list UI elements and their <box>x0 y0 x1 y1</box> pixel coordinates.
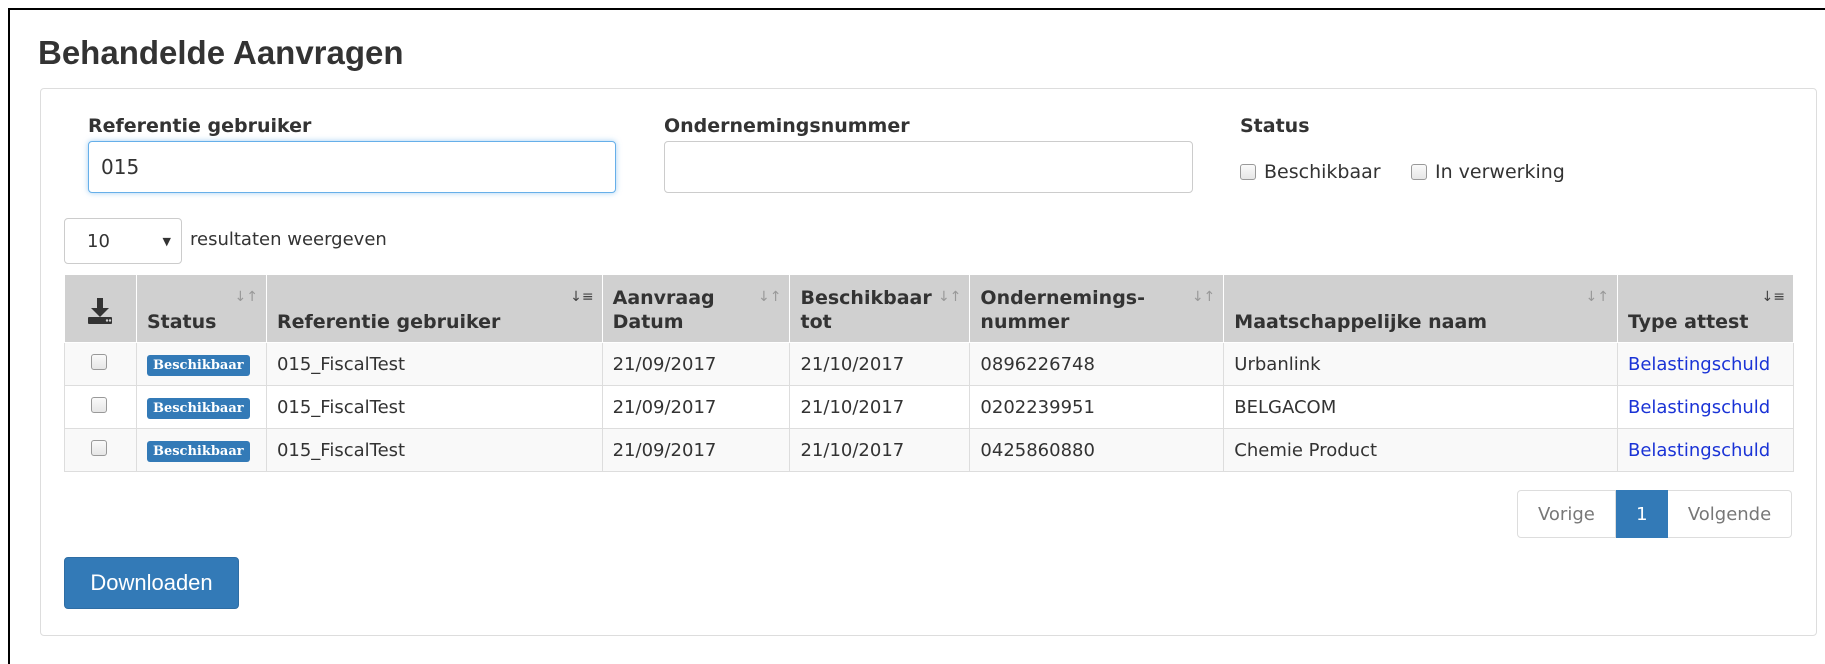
table-row: Beschikbaar 015_FiscalTest 21/09/2017 21… <box>64 342 1795 386</box>
checkbox[interactable] <box>1411 164 1427 180</box>
page-length-select[interactable]: 10 ▼ <box>64 218 182 264</box>
page-length-value: 10 <box>87 230 110 252</box>
sort-icon: ↓↑ <box>234 289 258 305</box>
checkbox-label: Beschikbaar <box>1264 161 1381 183</box>
status-cell: Beschikbaar <box>135 342 267 386</box>
status-badge: Beschikbaar <box>146 354 250 376</box>
type-attest-cell: Belastingschuld <box>1616 428 1795 472</box>
dropdown-arrow-icon: ▼ <box>162 234 171 248</box>
naam-cell: BELGACOM <box>1223 385 1618 429</box>
row-checkbox[interactable] <box>91 353 107 370</box>
sort-icon: ↓↑ <box>1191 289 1216 305</box>
sort-icon: ↓↑ <box>758 289 782 305</box>
column-header-beschikbaar-tot[interactable]: ↓↑ Beschikbaar tot <box>789 274 971 343</box>
aanvraag-datum-cell: 21/09/2017 <box>601 428 791 472</box>
column-header-label: Status <box>146 311 217 333</box>
row-select-cell <box>64 342 137 386</box>
column-header-aanvraag-datum[interactable]: ↓↑ Aanvraag Datum <box>601 274 791 343</box>
beschikbaar-tot-cell: 21/10/2017 <box>789 385 971 429</box>
beschikbaar-tot-cell: 21/10/2017 <box>789 342 971 386</box>
table-row: Beschikbaar 015_FiscalTest 21/09/2017 21… <box>64 385 1795 429</box>
ondernemingsnummer-cell: 0202239951 <box>969 385 1225 429</box>
pagination-previous[interactable]: Vorige <box>1517 490 1616 538</box>
referentie-cell: 015_FiscalTest <box>265 385 603 429</box>
status-cell: Beschikbaar <box>135 385 267 429</box>
type-attest-link[interactable]: Belastingschuld <box>1628 440 1770 461</box>
results-table: ↓↑ Status ↓≡ Referentie gebruiker ↓↑ Aanvra… <box>64 274 1795 472</box>
page-title: Behandelde Aanvragen <box>38 34 404 71</box>
column-header-label: Maatschappelijke naam <box>1234 311 1488 333</box>
row-checkbox[interactable] <box>91 439 107 456</box>
ondernemingsnummer-cell: 0425860880 <box>969 428 1225 472</box>
pagination: Vorige 1 Volgende <box>1517 490 1793 538</box>
referentie-input[interactable] <box>88 141 616 193</box>
ondernemingsnummer-label: Ondernemingsnummer <box>664 115 910 137</box>
column-header-label: Beschikbaar tot <box>800 287 932 333</box>
sort-icon: ↓↑ <box>1585 289 1609 305</box>
column-header-status[interactable]: ↓↑ Status <box>135 274 267 343</box>
sort-icon: ↓↑ <box>937 289 962 305</box>
status-badge: Beschikbaar <box>146 440 250 462</box>
type-attest-link[interactable]: Belastingschuld <box>1628 397 1770 418</box>
status-badge: Beschikbaar <box>146 397 250 419</box>
select-all-download-header[interactable] <box>64 274 137 343</box>
pagination-page-current[interactable]: 1 <box>1615 490 1668 538</box>
row-select-cell <box>64 428 137 472</box>
status-cell: Beschikbaar <box>135 428 267 472</box>
page-length-label: resultaten weergeven <box>190 229 387 250</box>
status-filter-label: Status <box>1240 115 1310 137</box>
type-attest-cell: Belastingschuld <box>1616 385 1795 429</box>
column-header-label: Type attest <box>1627 311 1749 333</box>
column-header-ondernemingsnummer[interactable]: ↓↑ Ondernemings- nummer <box>969 274 1225 343</box>
column-header-maatschappelijke-naam[interactable]: ↓↑ Maatschappelijke naam <box>1223 274 1618 343</box>
column-header-label: Referentie gebruiker <box>276 311 501 333</box>
column-header-label: Ondernemings- nummer <box>980 287 1146 333</box>
beschikbaar-tot-cell: 21/10/2017 <box>789 428 971 472</box>
table-header-row: ↓↑ Status ↓≡ Referentie gebruiker ↓↑ Aanvra… <box>64 274 1795 343</box>
checkbox[interactable] <box>1240 164 1256 180</box>
row-select-cell <box>64 385 137 429</box>
status-checkbox-in-verwerking[interactable]: In verwerking <box>1411 161 1565 183</box>
status-checkbox-beschikbaar[interactable]: Beschikbaar <box>1240 161 1381 183</box>
pagination-next[interactable]: Volgende <box>1667 490 1793 538</box>
column-header-referentie[interactable]: ↓≡ Referentie gebruiker <box>265 274 603 343</box>
column-header-type-attest[interactable]: ↓≡ Type attest <box>1616 274 1795 343</box>
row-checkbox[interactable] <box>91 396 107 413</box>
naam-cell: Chemie Product <box>1223 428 1618 472</box>
type-attest-link[interactable]: Belastingschuld <box>1628 354 1770 375</box>
table-row: Beschikbaar 015_FiscalTest 21/09/2017 21… <box>64 428 1795 472</box>
sort-ascending-icon: ↓≡ <box>1761 289 1785 305</box>
download-icon <box>88 298 113 324</box>
ondernemingsnummer-input[interactable] <box>664 141 1193 193</box>
column-header-label: Aanvraag Datum <box>612 287 715 333</box>
download-button[interactable]: Downloaden <box>64 557 239 609</box>
referentie-cell: 015_FiscalTest <box>265 428 603 472</box>
aanvraag-datum-cell: 21/09/2017 <box>601 385 791 429</box>
type-attest-cell: Belastingschuld <box>1616 342 1795 386</box>
referentie-cell: 015_FiscalTest <box>265 342 603 386</box>
referentie-label: Referentie gebruiker <box>88 115 312 137</box>
aanvraag-datum-cell: 21/09/2017 <box>601 342 791 386</box>
naam-cell: Urbanlink <box>1223 342 1618 386</box>
ondernemingsnummer-cell: 0896226748 <box>969 342 1225 386</box>
sort-ascending-icon: ↓≡ <box>570 289 594 305</box>
checkbox-label: In verwerking <box>1435 161 1565 183</box>
